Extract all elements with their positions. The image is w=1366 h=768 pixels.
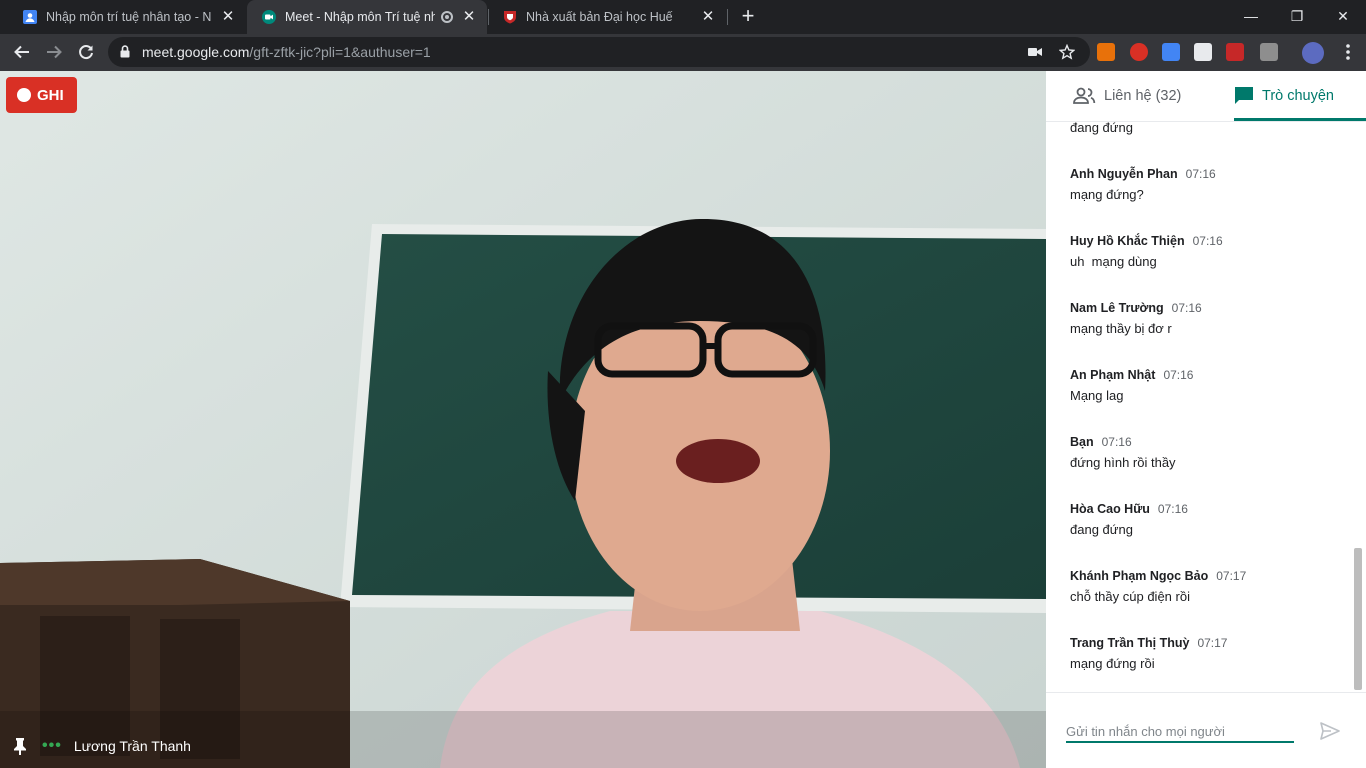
bookmark-star-icon[interactable] [1058, 43, 1076, 61]
message-text: chỗ thầy cúp điện rồi [1070, 589, 1190, 604]
kebab-menu-icon [1346, 44, 1350, 60]
tab-title: Nhà xuất bản Đại học Huế [526, 10, 673, 24]
recording-tab-icon [441, 11, 453, 23]
browser-tab-classroom[interactable]: Nhập môn trí tuệ nhân tạo - Nhóm ✕ [8, 0, 246, 34]
chat-message: Huy Hồ Khắc Thiện 07:16 uh mạng dùng [1070, 234, 1340, 269]
url-text: meet.google.com/gft-zftk-jic?pli=1&authu… [142, 44, 431, 60]
people-icon [1073, 87, 1096, 104]
message-time: 07:16 [1157, 502, 1188, 516]
close-tab-icon[interactable]: ✕ [700, 9, 716, 25]
browser-tab-publisher[interactable]: Nhà xuất bản Đại học Huế ✕ [488, 0, 726, 34]
message-time: 07:16 [1192, 234, 1223, 248]
minimize-window-button[interactable]: — [1228, 0, 1274, 32]
message-text: uh mạng dùng [1070, 254, 1157, 269]
close-tab-icon[interactable]: ✕ [220, 9, 236, 25]
tab-title: Meet - Nhập môn Trí tuệ nhân tạo [285, 10, 435, 24]
arrow-left-icon [14, 45, 29, 59]
office-extension-icon[interactable] [1097, 43, 1115, 61]
message-sender: Anh Nguyễn Phan [1070, 167, 1178, 181]
speaker-name-bar: ••• Lương Trần Thanh [0, 724, 1046, 768]
message-time: 07:17 [1197, 636, 1228, 650]
message-sender: Trang Trần Thị Thuỳ [1070, 636, 1190, 650]
record-dot-icon [17, 88, 31, 102]
close-window-button[interactable]: ✕ [1320, 0, 1366, 32]
browser-menu-button[interactable] [1334, 38, 1362, 66]
message-text: đang đứng [1070, 522, 1133, 537]
message-sender: Khánh Phạm Ngọc Bảo [1070, 569, 1209, 583]
tab-chat[interactable]: Trò chuyện [1234, 71, 1334, 121]
message-text: mạng đứng rồi [1070, 656, 1155, 671]
new-tab-button[interactable]: + [736, 5, 760, 29]
address-bar[interactable]: meet.google.com/gft-zftk-jic?pli=1&authu… [108, 37, 1090, 67]
book-extension-icon[interactable] [1226, 43, 1244, 61]
message-time: 07:16 [1101, 435, 1132, 449]
message-text: mạng đứng? [1070, 187, 1144, 202]
message-time: 07:17 [1216, 569, 1247, 583]
off-extension-icon[interactable] [1260, 43, 1278, 61]
tab-people-label: Liên hệ (32) [1104, 88, 1182, 104]
profile-avatar[interactable] [1302, 42, 1324, 64]
chat-message: Bạn 07:16 đứng hình rồi thầy [1070, 435, 1340, 470]
forward-button[interactable] [40, 38, 68, 66]
chat-message-list[interactable]: đang đứng Anh Nguyễn Phan 07:16 mạng đứng… [1046, 122, 1352, 743]
lock-icon [120, 45, 130, 58]
tab-title: Nhập môn trí tuệ nhân tạo - Nhóm [46, 10, 212, 24]
reload-icon [79, 45, 93, 60]
j-extension-icon[interactable] [1194, 43, 1212, 61]
message-sender: Nam Lê Trường [1070, 301, 1164, 315]
chat-message: Nam Lê Trường 07:16 mạng thầy bị đơ r [1070, 301, 1340, 336]
chat-message: Hòa Cao Hữu 07:16 đang đứng [1070, 502, 1340, 537]
tab-people[interactable]: Liên hệ (32) [1072, 71, 1181, 121]
message-sender: Hòa Cao Hữu [1070, 502, 1150, 516]
back-button[interactable] [8, 38, 36, 66]
url-path: /gft-zftk-jic?pli=1&authuser=1 [249, 44, 431, 60]
translate-extension-icon[interactable] [1162, 43, 1180, 61]
send-icon[interactable] [1320, 721, 1340, 741]
recording-badge: GHI [6, 77, 77, 113]
message-time: 07:16 [1185, 167, 1216, 181]
chat-composer [1046, 692, 1366, 768]
stop-hand-extension-icon[interactable] [1130, 43, 1148, 61]
restore-window-button[interactable]: ❐ [1274, 0, 1320, 32]
speaker-name: Lương Trần Thanh [73, 738, 191, 754]
recording-label: GHI [37, 86, 64, 104]
meet-icon [262, 10, 276, 24]
speaking-indicator-icon: ••• [42, 737, 62, 754]
tab-separator [727, 9, 728, 25]
tab-chat-label: Trò chuyện [1262, 88, 1334, 104]
pin-icon[interactable] [12, 737, 28, 755]
message-text: Mạng lag [1070, 388, 1124, 403]
chat-message: Khánh Phạm Ngọc Bảo 07:17 chỗ thầy cúp đi… [1070, 569, 1340, 604]
arrow-right-icon [47, 45, 62, 59]
chat-message-input[interactable] [1066, 721, 1294, 743]
reload-button[interactable] [72, 38, 100, 66]
message-sender: Huy Hồ Khắc Thiện [1070, 234, 1185, 248]
university-shield-icon [504, 11, 516, 24]
message-time: 07:16 [1163, 368, 1194, 382]
side-panel: Liên hệ (32) Trò chuyện đang đứng Anh Ng… [1046, 71, 1366, 768]
url-host: meet.google.com [142, 44, 250, 60]
message-text: đứng hình rồi thầy [1070, 455, 1176, 470]
message-text: mạng thầy bị đơ r [1070, 321, 1172, 336]
close-tab-icon[interactable]: ✕ [461, 9, 477, 25]
chat-message: Anh Nguyễn Phan 07:16 mạng đứng? [1070, 167, 1340, 202]
browser-toolbar: meet.google.com/gft-zftk-jic?pli=1&authu… [0, 34, 1366, 71]
message-text: đang đứng [1070, 122, 1133, 135]
message-sender: Bạn [1070, 435, 1094, 449]
video-feed [0, 71, 1046, 768]
chat-scrollbar-thumb[interactable] [1354, 548, 1362, 690]
message-sender: An Phạm Nhật [1070, 368, 1156, 382]
message-time: 07:16 [1171, 301, 1202, 315]
browser-tab-strip: Nhập môn trí tuệ nhân tạo - Nhóm ✕ Meet … [0, 0, 1366, 34]
camera-indicator-icon[interactable] [1026, 43, 1044, 61]
chat-message: An Phạm Nhật 07:16 Mạng lag [1070, 368, 1340, 403]
classroom-icon [23, 10, 37, 24]
browser-tab-meet[interactable]: Meet - Nhập môn Trí tuệ nhân tạo ✕ [247, 0, 487, 34]
chat-message: Trang Trần Thị Thuỳ 07:17 mạng đứng rồi [1070, 636, 1340, 671]
chat-icon [1235, 87, 1253, 104]
video-frame-illustration [0, 71, 1046, 768]
